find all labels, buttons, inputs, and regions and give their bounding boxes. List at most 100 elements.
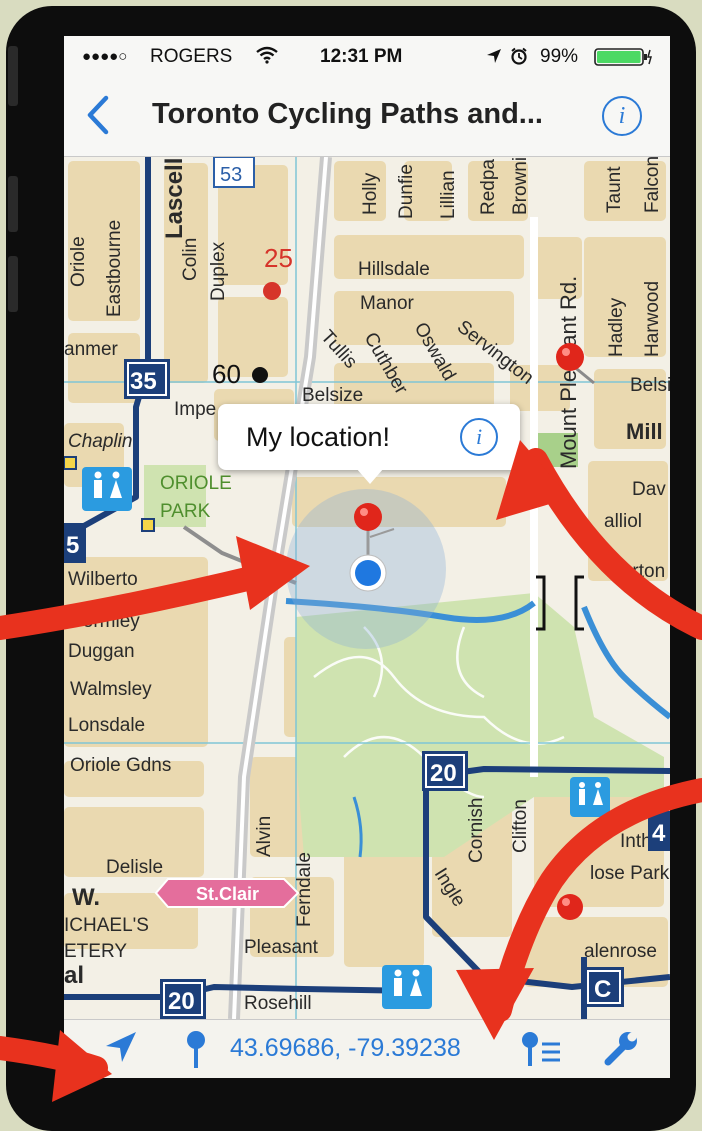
bottom-toolbar: 43.69686, -79.39238 (64, 1019, 670, 1078)
street-label: alliol (604, 511, 642, 532)
street-label: Chaplin (68, 431, 132, 452)
street-label: Eastbourne (104, 220, 125, 317)
svg-text:C: C (594, 976, 611, 1003)
svg-text:PARK: PARK (160, 501, 211, 522)
street-label: Colin (180, 238, 201, 281)
street-label: Falcon (642, 157, 663, 213)
location-arrow-icon (487, 49, 501, 63)
page-title: Toronto Cycling Paths and... (152, 98, 543, 130)
street-label: W. (72, 884, 100, 911)
street-label: al (64, 962, 84, 989)
street-label: Rosehill (244, 993, 312, 1014)
location-arrow-icon[interactable] (104, 1030, 138, 1064)
washroom-icon (82, 467, 132, 511)
street-label: Dav (632, 479, 666, 500)
street-label: Harwood (642, 281, 663, 357)
street-label: Manor (360, 293, 415, 314)
location-callout[interactable]: My location! i (218, 404, 520, 484)
carrier-name: ROGERS (150, 46, 233, 67)
route-badge-4: 4 (648, 811, 670, 851)
back-chevron-icon[interactable] (80, 92, 116, 138)
map-pin-icon[interactable] (184, 1030, 208, 1070)
washroom-icon (570, 777, 610, 817)
volume-up-button (8, 176, 18, 232)
street-label: Hillsdale (358, 259, 430, 280)
street-label: Merton (606, 561, 665, 582)
street-label: Hadley (606, 297, 627, 357)
washroom-icon (382, 965, 432, 1009)
pin-list-icon[interactable] (520, 1030, 562, 1070)
street-label: Mill (626, 419, 663, 444)
street-label: Oriole (68, 236, 89, 287)
map-pin-dot[interactable] (263, 282, 281, 300)
navigation-bar: Toronto Cycling Paths and... i (64, 76, 670, 157)
street-label: Taunt (604, 166, 625, 213)
street-label: Lascelle (161, 157, 188, 239)
route-badge-35: 35 (124, 359, 170, 399)
svg-text:35: 35 (130, 368, 157, 395)
street-label: Browni (510, 157, 531, 215)
street-label: Walmsley (70, 679, 152, 700)
street-label: Gormley (68, 611, 140, 632)
street-label: ETERY (64, 941, 127, 962)
status-time: 12:31 PM (320, 46, 403, 67)
street-label: Redpa (478, 159, 499, 215)
street-label: Belsize (302, 385, 363, 406)
volume-down-button (8, 256, 18, 312)
street-label: Alvin (254, 816, 275, 857)
svg-text:5: 5 (66, 532, 79, 559)
dropped-pin[interactable] (354, 503, 382, 531)
svg-text:53: 53 (220, 164, 242, 186)
svg-text:ORIOLE: ORIOLE (160, 473, 232, 494)
st-clair-station-marker: St.Clair (154, 878, 300, 908)
alarm-icon (511, 47, 527, 65)
map-pin-dot[interactable] (252, 367, 268, 383)
app-screen: ●●●●○ ROGERS 12:31 PM 99% Toronto Cyclin… (64, 36, 670, 1078)
callout-label: My location! (246, 422, 391, 452)
street-label: anmer (64, 339, 119, 360)
street-label: lose Park (590, 863, 670, 884)
svg-text:25: 25 (264, 243, 293, 273)
street-label: Ferndale (294, 852, 315, 927)
street-label: Lonsdale (68, 715, 145, 736)
street-label: Dunfie (396, 164, 417, 219)
route-badge-53: 53 (213, 157, 255, 188)
coordinates-readout: 43.69686, -79.39238 (230, 1034, 461, 1062)
street-label: Mount Pleasant Rd. (556, 276, 581, 469)
wifi-icon (256, 46, 278, 64)
map-pin-glenrose[interactable] (557, 894, 583, 920)
user-location-marker[interactable] (286, 489, 446, 649)
cycling-map[interactable]: Holly Dunfie Lillian Redpa Browni Taunt … (64, 157, 670, 1019)
street-label: Delisle (106, 857, 163, 878)
route-badge-5: 5 (64, 523, 86, 563)
callout-pointer (356, 468, 384, 484)
wrench-icon[interactable] (604, 1030, 640, 1068)
street-label: Wilberto (68, 569, 138, 590)
street-label: Duggan (68, 641, 135, 662)
street-label: Inth (620, 831, 652, 852)
street-label: Pleasant (244, 937, 319, 958)
street-label: Clifton (510, 799, 531, 853)
route-badge-20-south: 20 (160, 979, 206, 1019)
svg-text:20: 20 (430, 760, 457, 787)
street-label: Belsi (630, 375, 670, 396)
svg-text:60: 60 (212, 359, 241, 389)
route-badge-20-east: 20 (422, 751, 468, 791)
route-badge-c: C (584, 967, 624, 1007)
street-label: Cornish (466, 798, 487, 863)
street-label: Impe (174, 399, 216, 420)
battery-percent: 99% (540, 46, 579, 67)
svg-text:St.Clair: St.Clair (196, 884, 259, 904)
signal-strength: ●●●●○ (82, 48, 128, 65)
battery-icon (594, 48, 652, 66)
info-icon[interactable]: i (602, 96, 642, 136)
mute-switch (8, 46, 18, 106)
street-label: ICHAEL'S (64, 915, 149, 936)
svg-text:20: 20 (168, 988, 195, 1015)
street-label: Holly (360, 172, 381, 215)
street-label: Duplex (208, 241, 229, 301)
callout-info-icon[interactable]: i (460, 418, 498, 456)
svg-text:4: 4 (652, 820, 666, 847)
street-label: Lillian (438, 170, 459, 219)
street-label: alenrose (584, 941, 657, 962)
